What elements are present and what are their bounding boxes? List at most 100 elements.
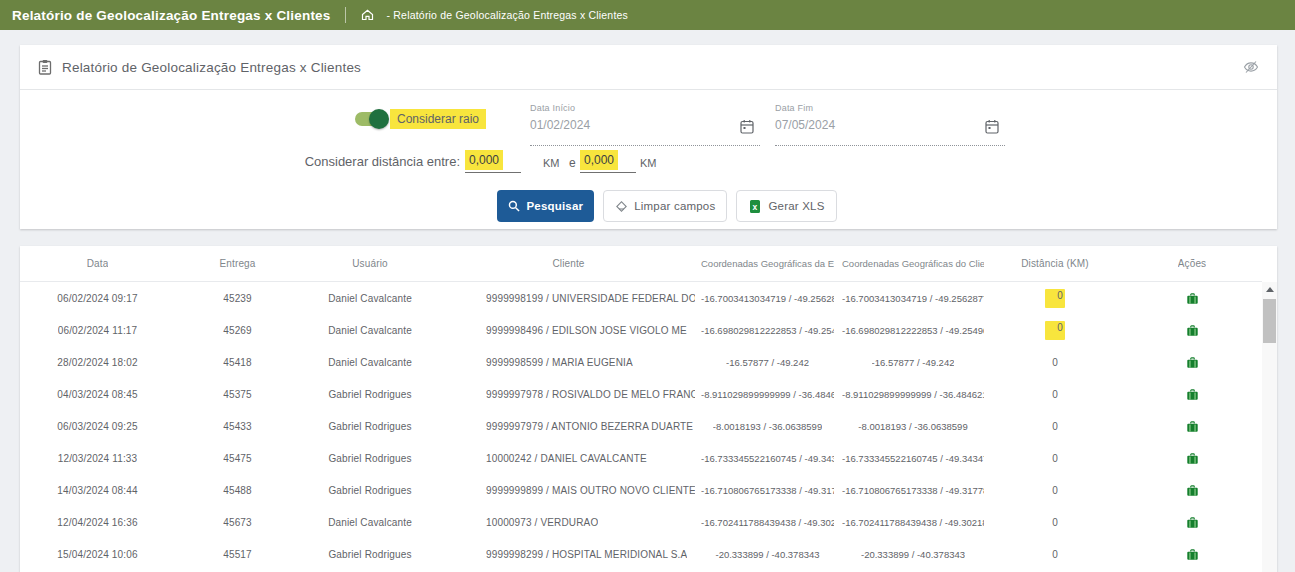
page-title: Relatório de Geolocalização Entregas x C… bbox=[12, 8, 331, 23]
cell-coord-cliente: -8.0018193 / -36.0638599 bbox=[838, 420, 988, 432]
cell-coord-cliente: -20.333899 / -40.378343 bbox=[838, 548, 988, 560]
cell-coord-entrega: -20.333899 / -40.378343 bbox=[697, 548, 838, 560]
map-action-button[interactable] bbox=[1184, 546, 1201, 563]
distance-min-input[interactable]: 0,000 bbox=[465, 150, 521, 173]
cell-distancia: 0 bbox=[988, 516, 1122, 528]
cell-data: 15/04/2024 10:06 bbox=[20, 548, 175, 560]
cell-usuario: Gabriel Rodrigues bbox=[300, 484, 440, 496]
table-row: 15/04/2024 10:06 45517 Gabriel Rodrigues… bbox=[20, 538, 1262, 570]
map-action-button[interactable] bbox=[1184, 290, 1201, 307]
filter-body: Considerar raio Data Início 01/02/2024 D… bbox=[20, 90, 1277, 228]
up-triangle-icon bbox=[1266, 287, 1274, 292]
cell-cliente: 9999997978 / ROSIVALDO DE MELO FRANCO bbox=[440, 388, 697, 400]
scrollbar-thumb[interactable] bbox=[1263, 299, 1276, 343]
cell-coord-cliente: -16.698029812222853 / -49.25490 bbox=[838, 324, 988, 336]
cell-coord-entrega: -16.698029812222853 / -49.2549 bbox=[697, 324, 838, 336]
cell-coord-cliente: -16.57877 / -49.242 bbox=[838, 356, 988, 368]
calendar-icon[interactable] bbox=[740, 119, 754, 134]
column-header: Entrega bbox=[175, 258, 300, 270]
cell-distancia: 0 bbox=[988, 548, 1122, 560]
cell-acoes bbox=[1122, 386, 1262, 403]
cell-distancia: 0 bbox=[988, 420, 1122, 432]
clipboard-icon bbox=[38, 59, 52, 75]
briefcase-icon bbox=[1186, 484, 1199, 497]
cell-cliente: 10000242 / DANIEL CAVALCANTE bbox=[440, 452, 697, 464]
cell-usuario: Gabriel Rodrigues bbox=[300, 420, 440, 432]
date-start-label: Data Início bbox=[530, 103, 760, 113]
search-icon bbox=[508, 200, 520, 212]
briefcase-icon bbox=[1186, 292, 1199, 305]
cell-cliente: 9999998599 / MARIA EUGENIA bbox=[440, 356, 697, 368]
distance-min-unit: KM bbox=[543, 157, 560, 169]
cell-cliente: 9999998199 / UNIVERSIDADE FEDERAL DO RIO… bbox=[440, 292, 697, 304]
briefcase-icon bbox=[1186, 420, 1199, 433]
cell-usuario: Gabriel Rodrigues bbox=[300, 452, 440, 464]
visibility-off-icon[interactable] bbox=[1243, 60, 1259, 74]
cell-data: 04/03/2024 08:45 bbox=[20, 388, 175, 400]
calendar-icon[interactable] bbox=[985, 119, 999, 134]
map-action-button[interactable] bbox=[1184, 322, 1201, 339]
cell-data: 12/03/2024 11:33 bbox=[20, 452, 175, 464]
cell-usuario: Gabriel Rodrigues bbox=[300, 388, 440, 400]
cell-coord-entrega: -16.710806765173338 / -49.31778 bbox=[697, 484, 838, 496]
cell-coord-cliente: -16.7003413034719 / -49.25628775 bbox=[838, 292, 988, 304]
map-action-button[interactable] bbox=[1184, 386, 1201, 403]
table-scrollbar[interactable] bbox=[1262, 282, 1277, 572]
results-table: DataEntregaUsuárioClienteCoordenadas Geo… bbox=[20, 246, 1277, 572]
column-header: Coordenadas Geográficas da Entrega bbox=[697, 258, 838, 270]
briefcase-icon bbox=[1186, 548, 1199, 561]
cell-entrega: 45673 bbox=[175, 516, 300, 528]
cell-cliente: 9999997979 / ANTONIO BEZERRA DUARTE NETO bbox=[440, 420, 697, 432]
briefcase-icon bbox=[1186, 388, 1199, 401]
cell-usuario: Daniel Cavalcante bbox=[300, 356, 440, 368]
briefcase-icon bbox=[1186, 516, 1199, 529]
radius-toggle-label: Considerar raio bbox=[390, 109, 486, 129]
cell-entrega: 45433 bbox=[175, 420, 300, 432]
column-header: Coordenadas Geográficas do Cliente bbox=[838, 258, 988, 270]
cell-data: 06/02/2024 09:17 bbox=[20, 292, 175, 304]
column-header: Usuário bbox=[300, 258, 440, 270]
map-action-button[interactable] bbox=[1184, 418, 1201, 435]
home-icon[interactable] bbox=[361, 9, 374, 21]
cell-acoes bbox=[1122, 482, 1262, 499]
panel-title: Relatório de Geolocalização Entregas x C… bbox=[62, 60, 361, 75]
date-end-field[interactable]: Data Fim 07/05/2024 bbox=[775, 103, 1005, 146]
date-start-field[interactable]: Data Início 01/02/2024 bbox=[530, 103, 760, 146]
column-header: Data bbox=[20, 258, 175, 270]
cell-data: 28/02/2024 18:02 bbox=[20, 356, 175, 368]
distance-max-input[interactable]: 0,000 bbox=[580, 150, 636, 173]
table-row: 12/04/2024 16:36 45673 Daniel Cavalcante… bbox=[20, 506, 1262, 538]
radius-toggle[interactable] bbox=[355, 112, 385, 126]
distance-max-unit: KM bbox=[640, 157, 657, 169]
cell-distancia: 0 bbox=[988, 356, 1122, 368]
cell-acoes bbox=[1122, 418, 1262, 435]
map-action-button[interactable] bbox=[1184, 482, 1201, 499]
radius-toggle-group: Considerar raio bbox=[355, 109, 486, 129]
column-header: Distância (KM) bbox=[988, 258, 1122, 270]
cell-cliente: 10000973 / VERDURAO bbox=[440, 516, 697, 528]
cell-acoes bbox=[1122, 290, 1262, 307]
generate-xls-button[interactable]: x Gerar XLS bbox=[736, 190, 836, 222]
map-action-button[interactable] bbox=[1184, 514, 1201, 531]
date-end-value: 07/05/2024 bbox=[775, 118, 1005, 132]
clear-fields-button[interactable]: Limpar campos bbox=[603, 190, 727, 222]
scroll-up-button[interactable] bbox=[1262, 282, 1277, 296]
search-button[interactable]: Pesquisar bbox=[497, 190, 594, 222]
cell-entrega: 45239 bbox=[175, 292, 300, 304]
table-row: 06/03/2024 09:25 45433 Gabriel Rodrigues… bbox=[20, 410, 1262, 442]
date-end-label: Data Fim bbox=[775, 103, 1005, 113]
map-action-button[interactable] bbox=[1184, 354, 1201, 371]
cell-data: 14/03/2024 08:44 bbox=[20, 484, 175, 496]
cell-data: 12/04/2024 16:36 bbox=[20, 516, 175, 528]
app-header: Relatório de Geolocalização Entregas x C… bbox=[0, 0, 1295, 30]
table-row: 12/03/2024 11:33 45475 Gabriel Rodrigues… bbox=[20, 442, 1262, 474]
filter-buttons: Pesquisar Limpar campos x Gerar XLS bbox=[20, 190, 1277, 222]
cell-distancia: 0 bbox=[988, 388, 1122, 400]
svg-text:x: x bbox=[753, 201, 758, 211]
cell-acoes bbox=[1122, 546, 1262, 563]
cell-cliente: 9999998299 / HOSPITAL MERIDIONAL S.A bbox=[440, 548, 697, 560]
xls-icon: x bbox=[748, 199, 762, 214]
and-label: e bbox=[569, 156, 576, 170]
cell-cliente: 9999999899 / MAIS OUTRO NOVO CLIENTE bbox=[440, 484, 697, 496]
map-action-button[interactable] bbox=[1184, 450, 1201, 467]
